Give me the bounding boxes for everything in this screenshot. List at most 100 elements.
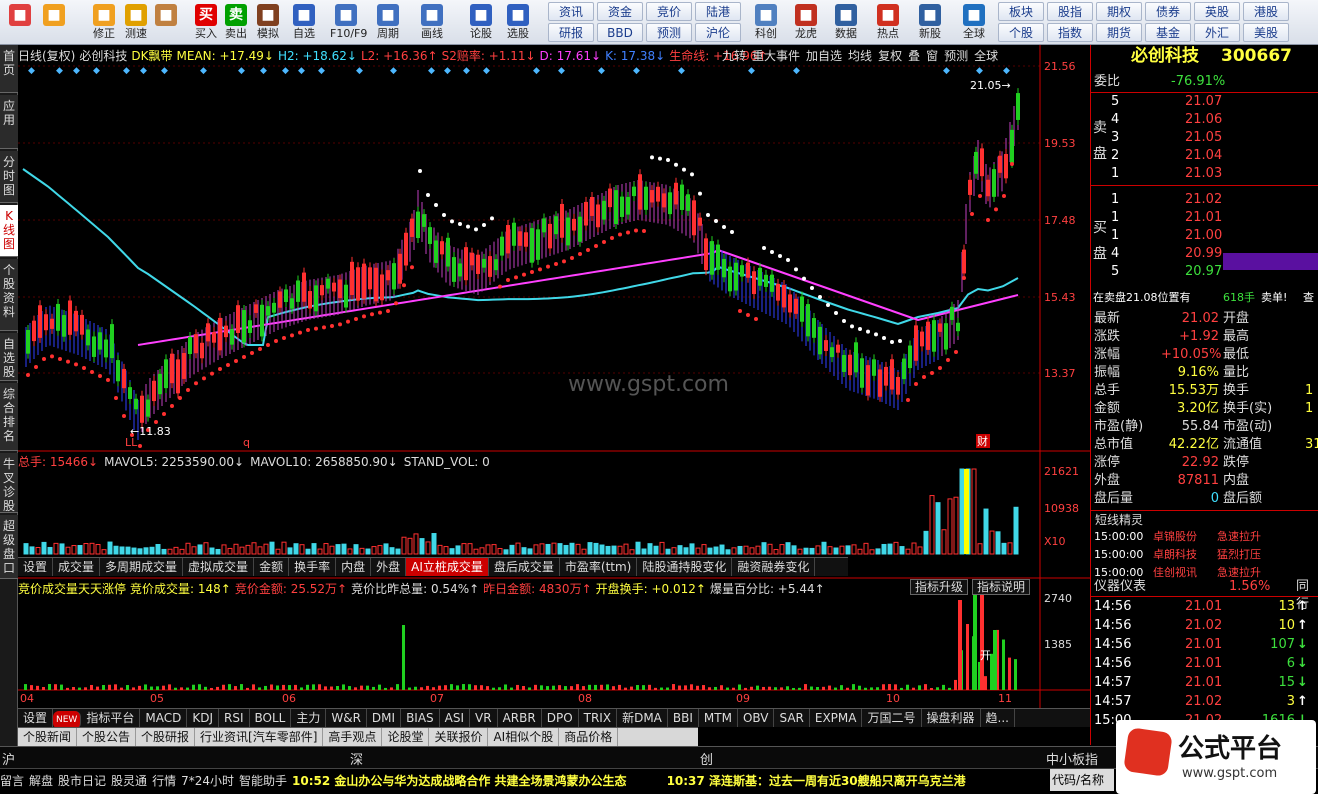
cycle-button[interactable]: ■ 周期 <box>372 2 404 43</box>
indicator-tab[interactable]: 新DMA <box>617 709 668 727</box>
toolbar-grid-button[interactable]: 债券 <box>1145 2 1191 21</box>
star-button[interactable]: ■ 自选 <box>288 2 320 43</box>
market-index[interactable]: 沪 <box>2 749 15 768</box>
market-index[interactable]: 中小板指 <box>1046 749 1098 768</box>
hammer-button[interactable]: ■ 模拟 <box>252 2 284 43</box>
toolbar-grid-button[interactable]: 沪伦 <box>695 23 741 42</box>
toolbar-grid-button[interactable]: 研报 <box>548 23 594 42</box>
news-tab[interactable]: 商品价格 <box>559 728 619 746</box>
indicator-tab[interactable]: OBV <box>738 709 775 727</box>
volume-tab[interactable]: 融资融券变化 <box>732 558 816 576</box>
pencil-button[interactable]: ■ 画线 <box>416 2 448 43</box>
volume-tab[interactable]: 盘后成交量 <box>489 558 560 576</box>
market-index[interactable]: 创 <box>700 749 713 768</box>
volume-tab[interactable]: 市盈率(ttm) <box>560 558 638 576</box>
indicator-tab[interactable]: EXPMA <box>810 709 863 727</box>
chart-button[interactable]: ■ 科创 <box>748 2 784 43</box>
news-tab[interactable]: 高手观点 <box>323 728 383 746</box>
indicator-tab[interactable]: MTM <box>699 709 738 727</box>
toolbar-grid-button[interactable]: 期权 <box>1096 2 1142 21</box>
indicator-tab[interactable]: ASI <box>440 709 471 727</box>
news-tab[interactable]: 个股研报 <box>136 728 196 746</box>
left-tab[interactable]: 牛叉诊股 <box>0 453 18 513</box>
toolbar-grid-button[interactable]: 预测 <box>646 23 692 42</box>
news-tab[interactable]: 论股堂 <box>382 728 430 746</box>
indicator-tab[interactable]: DMI <box>367 709 402 727</box>
toolbar-grid-button[interactable]: 基金 <box>1145 23 1191 42</box>
volume-tab[interactable]: 虚拟成交量 <box>183 558 255 576</box>
indicator-tab[interactable]: 操盘利器 <box>922 709 981 727</box>
news-tab[interactable]: 个股公告 <box>77 728 137 746</box>
volume-tab[interactable]: 换手率 <box>289 558 337 576</box>
left-tab[interactable]: 分时图 <box>0 151 18 203</box>
news-tab[interactable]: 个股新闻 <box>18 728 78 746</box>
toolbar-grid-button[interactable]: 竞价 <box>646 2 692 21</box>
kline-tool-tab[interactable]: 预测 <box>944 49 968 63</box>
indicator-help-button[interactable]: 指标升级 <box>910 579 969 595</box>
indicator-tab[interactable]: BOLL <box>250 709 292 727</box>
toolbar-grid-button[interactable]: BBD <box>597 23 643 42</box>
kline-tool-tab[interactable]: 重大事件 <box>752 49 800 63</box>
news-tab[interactable]: AI相似个股 <box>488 728 560 746</box>
toolbar-grid-button[interactable]: 港股 <box>1243 2 1289 21</box>
indicator-tab[interactable]: DPO <box>542 709 579 727</box>
volume-tab[interactable]: 多周期成交量 <box>100 558 184 576</box>
indicator-tab[interactable]: VR <box>470 709 498 727</box>
indicator-tab[interactable]: TRIX <box>579 709 618 727</box>
indicator-tab[interactable]: 主力 <box>291 709 327 727</box>
toolbar-grid-button[interactable]: 个股 <box>998 23 1044 42</box>
back-arrow-button[interactable]: ■ <box>38 2 70 43</box>
bottom-tool-item[interactable]: 智能助手 <box>239 774 287 788</box>
volume-tab[interactable]: 成交量 <box>53 558 101 576</box>
indicator-tab[interactable]: 趋... <box>981 709 1015 727</box>
indicator-tab[interactable]: BBI <box>668 709 699 727</box>
kline-tool-tab[interactable]: 全球 <box>974 49 998 63</box>
bottom-tool-item[interactable]: 留言 <box>0 774 24 788</box>
left-tab[interactable]: 综合排名 <box>0 383 18 451</box>
kline-tool-tab[interactable]: 窗 <box>926 49 938 63</box>
left-tab[interactable]: 首页 <box>0 45 18 93</box>
kline-tool-tab[interactable]: 加自选 <box>806 49 842 63</box>
left-tab[interactable]: 应用 <box>0 95 18 149</box>
buy-button[interactable]: 买买入 <box>190 2 222 43</box>
toolbar-grid-button[interactable]: 资讯 <box>548 2 594 21</box>
newstock-button[interactable]: ■ 新股 <box>912 2 948 43</box>
toolbar-grid-button[interactable]: 陆港 <box>695 2 741 21</box>
bottom-tool-item[interactable]: 行情 <box>152 774 176 788</box>
kline-tool-tab[interactable]: 复权 <box>878 49 902 63</box>
toolbar-grid-button[interactable]: 期货 <box>1096 23 1142 42</box>
indicator-tab[interactable]: MACD <box>140 709 188 727</box>
indicator-tab[interactable]: W&R <box>326 709 367 727</box>
news-ticker-2[interactable]: 10:37 泽连斯基：过去一周有近30艘船只离开乌克兰港 <box>667 774 966 788</box>
hot-button[interactable]: ■ 热点 <box>870 2 906 43</box>
kline-chart-area[interactable]: 21.56 19.53 17.48 15.43 13.37 ◆ ◆ ◆ ◆ ◆ ◆ ◆ ◆ ◆ ◆ ◆ ◆ ◆ ◆ ◆… <box>18 45 1090 708</box>
toolbar-grid-button[interactable]: 美股 <box>1243 23 1289 42</box>
left-tab[interactable]: 个股资料 <box>0 259 18 331</box>
toolbar-grid-button[interactable]: 板块 <box>998 2 1044 21</box>
dragon-button[interactable]: ■ 龙虎 <box>788 2 824 43</box>
toolbar-grid-button[interactable]: 资金 <box>597 2 643 21</box>
indicator-tab[interactable]: RSI <box>219 709 250 727</box>
news-ticker-1[interactable]: 10:52 金山办公与华为达成战略合作 共建全场景鸿蒙办公生态 <box>292 774 627 788</box>
pe-button[interactable]: ■ 数据 <box>828 2 864 43</box>
clock-button[interactable]: ■ <box>150 2 182 43</box>
kline-tool-tab[interactable]: 九转 <box>722 49 746 63</box>
power-button[interactable]: ■ 测速 <box>120 2 152 43</box>
toolbar-grid-button[interactable]: 外汇 <box>1194 23 1240 42</box>
indicator-tab[interactable]: SAR <box>774 709 810 727</box>
volume-tab[interactable]: 设置 <box>18 558 54 576</box>
left-tab[interactable]: 超级盘口 <box>0 515 18 579</box>
left-tab[interactable]: 自选股 <box>0 333 18 381</box>
code-search-input[interactable]: 代码/名称 <box>1050 769 1114 791</box>
indicator-tab[interactable]: 指标平台 <box>81 709 141 727</box>
toolbar-grid-button[interactable]: 英股 <box>1194 2 1240 21</box>
indicator-tab[interactable]: BIAS <box>401 709 440 727</box>
bottom-tool-item[interactable]: 股市日记 <box>58 774 106 788</box>
kline-tool-tab[interactable]: 均线 <box>848 49 872 63</box>
market-index[interactable]: 深 <box>350 749 363 768</box>
news-tab[interactable]: 行业资讯[汽车零部件] <box>195 728 324 746</box>
toolbar-grid-button[interactable]: 指数 <box>1047 23 1093 42</box>
indicator-help-button[interactable]: 指标说明 <box>972 579 1031 595</box>
bottom-tool-item[interactable]: 7*24小时 <box>181 774 234 788</box>
indicator-tab[interactable]: 万国二号 <box>862 709 922 727</box>
